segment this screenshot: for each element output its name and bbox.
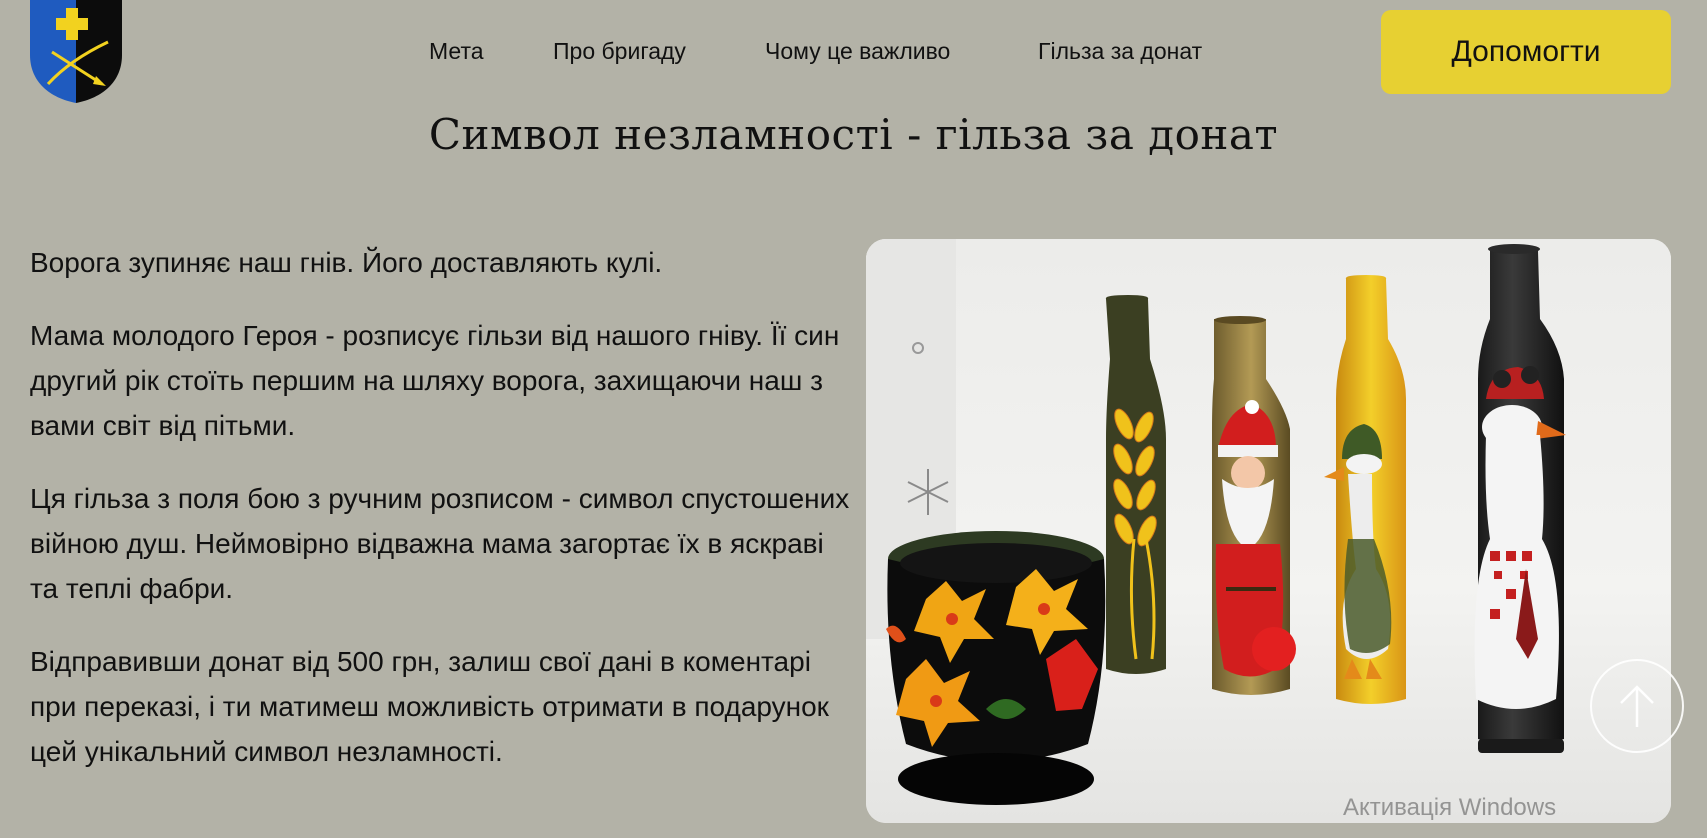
- page-title: Символ незламності - гільза за донат: [428, 110, 1279, 159]
- arrow-up-icon: [1620, 685, 1654, 727]
- windows-activation-watermark: Активація Windows: [1343, 794, 1557, 821]
- description-text: Ворога зупиняє наш гнів. Його доставляют…: [30, 240, 850, 802]
- nav-item-about-brigade[interactable]: Про бригаду: [553, 38, 686, 65]
- painted-shell-casings-photo: [866, 239, 1671, 823]
- nav-item-goal[interactable]: Мета: [429, 38, 484, 65]
- paragraph-3: Ця гільза з поля бою з ручним розписом -…: [30, 483, 850, 604]
- nav-item-why-important[interactable]: Чому це важливо: [765, 38, 950, 65]
- nav-item-shell-for-donation[interactable]: Гільза за донат: [1038, 38, 1202, 65]
- scroll-to-top-button[interactable]: [1590, 659, 1684, 753]
- paragraph-4: Відправивши донат від 500 грн, залиш сво…: [30, 646, 829, 767]
- paragraph-1: Ворога зупиняє наш гнів. Його доставляют…: [30, 247, 663, 278]
- help-button[interactable]: Допомогти: [1381, 10, 1671, 94]
- paragraph-2: Мама молодого Героя - розписує гільзи ві…: [30, 320, 840, 441]
